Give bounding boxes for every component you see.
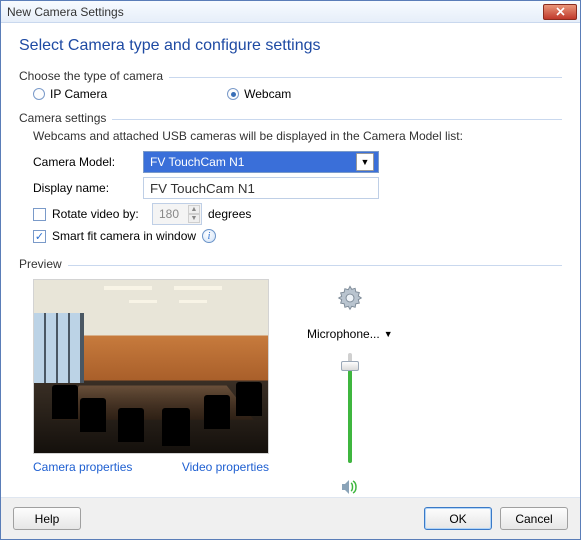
divider <box>112 119 562 120</box>
help-button[interactable]: Help <box>13 507 81 530</box>
content-area: Select Camera type and configure setting… <box>1 23 580 497</box>
radio-webcam[interactable]: Webcam <box>227 87 291 101</box>
display-name-label: Display name: <box>33 181 133 195</box>
radio-icon <box>227 88 239 100</box>
group-preview: Preview Camera properties <box>19 257 562 497</box>
radio-ip-label: IP Camera <box>50 87 107 101</box>
camera-preview-image <box>33 279 269 454</box>
window-title: New Camera Settings <box>7 5 124 19</box>
group-camera-type-label: Choose the type of camera <box>19 69 163 83</box>
camera-model-select[interactable]: FV TouchCam N1 ▼ <box>143 151 379 173</box>
rotate-label: Rotate video by: <box>52 207 146 221</box>
spinner-down-icon: ▼ <box>188 214 200 223</box>
display-name-input[interactable] <box>143 177 379 199</box>
microphone-select[interactable]: Microphone... ▼ <box>307 327 393 341</box>
slider-thumb[interactable] <box>341 361 359 371</box>
group-preview-label: Preview <box>19 257 62 271</box>
chevron-down-icon: ▼ <box>384 329 393 339</box>
footer: Help OK Cancel <box>1 497 580 539</box>
info-icon[interactable]: i <box>202 229 216 243</box>
camera-model-value: FV TouchCam N1 <box>150 155 244 169</box>
titlebar: New Camera Settings <box>1 1 580 23</box>
gear-icon <box>336 284 364 312</box>
camera-model-label: Camera Model: <box>33 155 133 169</box>
radio-ip-camera[interactable]: IP Camera <box>33 87 107 101</box>
speaker-icon <box>341 479 359 495</box>
dialog-window: New Camera Settings Select Camera type a… <box>0 0 581 540</box>
cancel-button[interactable]: Cancel <box>500 507 568 530</box>
close-icon <box>556 7 565 16</box>
chevron-down-icon: ▼ <box>356 153 374 171</box>
settings-gear-button[interactable] <box>335 283 365 313</box>
camera-properties-link[interactable]: Camera properties <box>33 460 132 474</box>
audio-column: Microphone... ▼ <box>307 279 393 497</box>
rotate-checkbox[interactable] <box>33 208 46 221</box>
smartfit-checkbox[interactable]: ✓ <box>33 230 46 243</box>
radio-icon <box>33 88 45 100</box>
ok-button[interactable]: OK <box>424 507 492 530</box>
spinner-up-icon: ▲ <box>188 205 200 214</box>
smartfit-label: Smart fit camera in window <box>52 229 196 243</box>
group-camera-type: Choose the type of camera IP Camera Webc… <box>19 69 562 105</box>
group-camera-settings: Camera settings Webcams and attached USB… <box>19 111 562 251</box>
rotate-unit: degrees <box>208 207 251 221</box>
mic-volume-slider[interactable] <box>340 353 360 463</box>
rotate-degrees-spinner[interactable]: 180 ▲ ▼ <box>152 203 202 225</box>
group-camera-settings-label: Camera settings <box>19 111 106 125</box>
radio-webcam-label: Webcam <box>244 87 291 101</box>
divider <box>169 77 562 78</box>
microphone-label: Microphone... <box>307 327 380 341</box>
close-button[interactable] <box>543 4 577 20</box>
rotate-value: 180 <box>159 207 179 221</box>
speaker-test-button[interactable] <box>341 479 359 497</box>
divider <box>68 265 562 266</box>
video-properties-link[interactable]: Video properties <box>182 460 269 474</box>
settings-hint: Webcams and attached USB cameras will be… <box>33 129 562 143</box>
page-title: Select Camera type and configure setting… <box>19 37 562 55</box>
